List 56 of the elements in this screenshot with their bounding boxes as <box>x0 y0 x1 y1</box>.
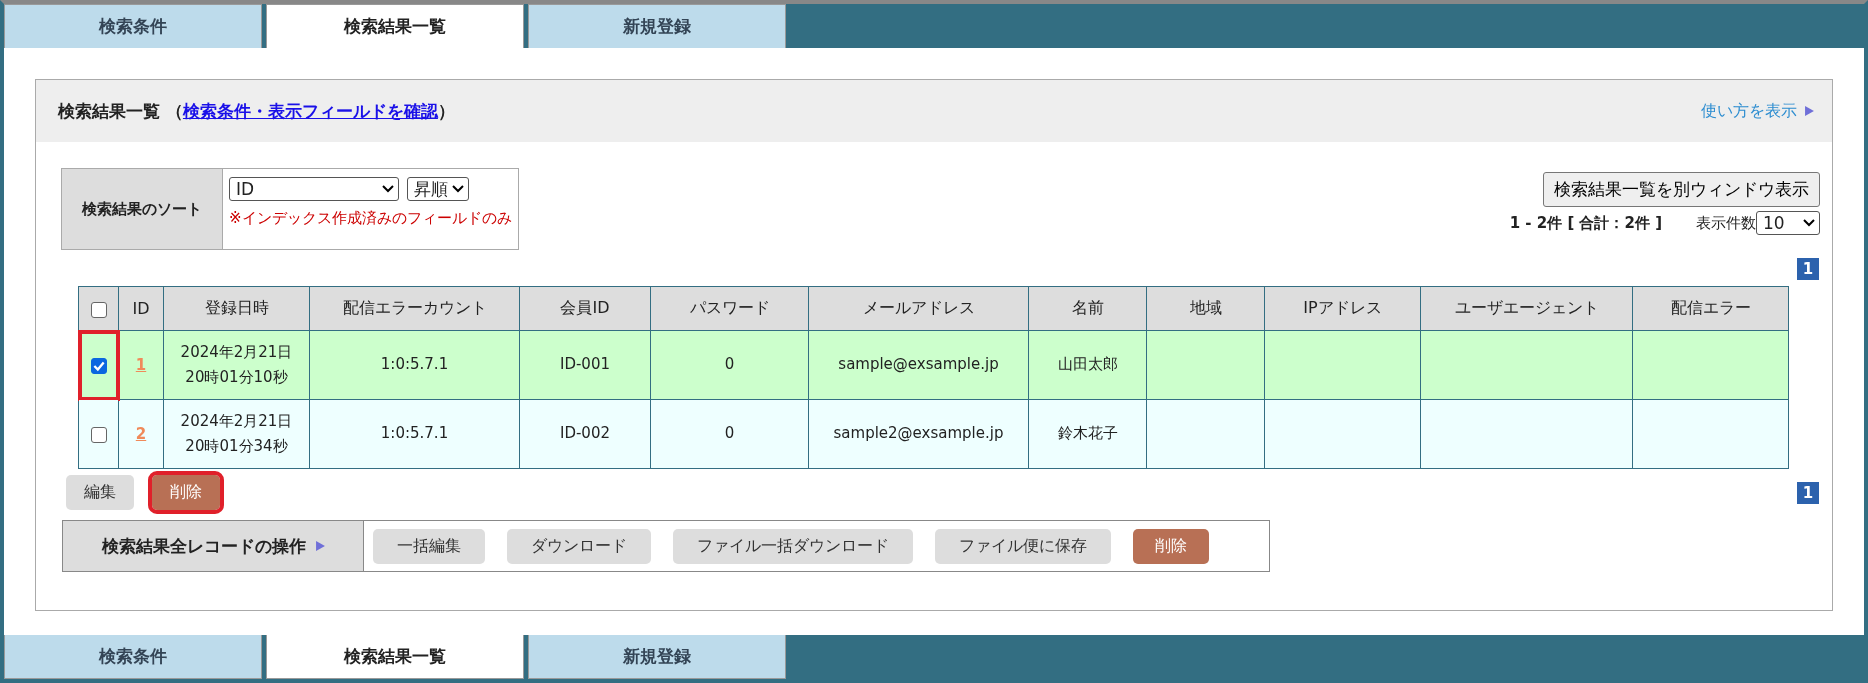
cell-text: 1:0:5.7.1 <box>380 355 449 374</box>
column-header: IPアドレス <box>1264 286 1421 331</box>
sort-field-select[interactable]: ID <box>229 177 399 201</box>
cell-text: 0 <box>724 355 735 374</box>
bulk-button[interactable]: ファイル一括ダウンロード <box>673 528 913 564</box>
cell-text: 山田太郎 <box>1057 355 1118 374</box>
column-header: 配信エラー <box>1632 286 1789 331</box>
triangle-icon <box>1805 106 1814 116</box>
cell-text: 2024年2月21日 20時01分34秒 <box>180 411 293 455</box>
column-header: 登録日時 <box>163 286 310 331</box>
per-page-label: 表示件数 <box>1696 213 1756 233</box>
tab[interactable]: 新規登録 <box>528 635 786 679</box>
column-header: 地域 <box>1146 286 1265 331</box>
per-page-select[interactable]: 10 <box>1756 211 1820 235</box>
cell-text: 0 <box>724 424 735 443</box>
chevron-down-icon <box>382 185 394 193</box>
cell-text: 2024年2月21日 20時01分10秒 <box>180 342 293 386</box>
cell-text: ID-001 <box>560 355 610 374</box>
column-header: パスワード <box>650 286 809 331</box>
cell-text: sample@exsample.jp <box>838 355 999 374</box>
action-button[interactable]: 編集 <box>66 475 134 510</box>
popup-window-button[interactable]: 検索結果一覧を別ウィンドウ表示 <box>1543 172 1820 207</box>
tab[interactable]: 検索条件 <box>4 635 262 679</box>
tab[interactable]: 検索結果一覧 <box>266 635 524 679</box>
sort-label: 検索結果のソート <box>62 169 223 249</box>
row-checkbox[interactable] <box>90 426 107 443</box>
result-count: 1 - 2件 [ 合計：2件 ] <box>1509 213 1662 233</box>
tab[interactable]: 検索条件 <box>4 4 262 48</box>
conditions-link[interactable]: 検索条件・表示フィールドを確認 <box>182 100 438 121</box>
triangle-icon <box>315 541 325 551</box>
panel-title: 検索結果一覧 （検索条件・表示フィールドを確認） <box>58 99 455 123</box>
page-number[interactable]: 1 <box>1797 258 1819 280</box>
column-header: メールアドレス <box>808 286 1029 331</box>
bulk-button[interactable]: ファイル便に保存 <box>935 528 1111 564</box>
column-header: 会員ID <box>519 286 651 331</box>
cell-text: ID-002 <box>560 424 610 443</box>
cell-text: 1:0:5.7.1 <box>380 424 449 443</box>
bulk-button[interactable]: ダウンロード <box>507 528 651 564</box>
bulk-button[interactable]: 削除 <box>1133 528 1209 564</box>
sort-order-select[interactable]: 昇順 <box>407 177 469 201</box>
bulk-button[interactable]: 一括編集 <box>373 528 485 564</box>
select-all-checkbox[interactable] <box>90 301 107 318</box>
column-header: ID <box>118 286 164 331</box>
page-number[interactable]: 1 <box>1797 481 1819 504</box>
bulk-operations-label: 検索結果全レコードの操作 <box>101 534 306 558</box>
cell-text: sample2@exsample.jp <box>833 424 1004 443</box>
tab[interactable]: 検索結果一覧 <box>266 4 524 48</box>
tab[interactable]: 新規登録 <box>528 4 786 48</box>
cell-text: 鈴木花子 <box>1057 424 1118 443</box>
column-header: ユーザエージェント <box>1420 286 1633 331</box>
column-header: 配信エラーカウント <box>309 286 520 331</box>
row-checkbox[interactable] <box>90 357 107 374</box>
column-header: 名前 <box>1028 286 1147 331</box>
chevron-down-icon <box>1803 219 1815 227</box>
chevron-down-icon <box>452 185 464 193</box>
sort-note: ※インデックス作成済みのフィールドのみ <box>229 209 512 228</box>
